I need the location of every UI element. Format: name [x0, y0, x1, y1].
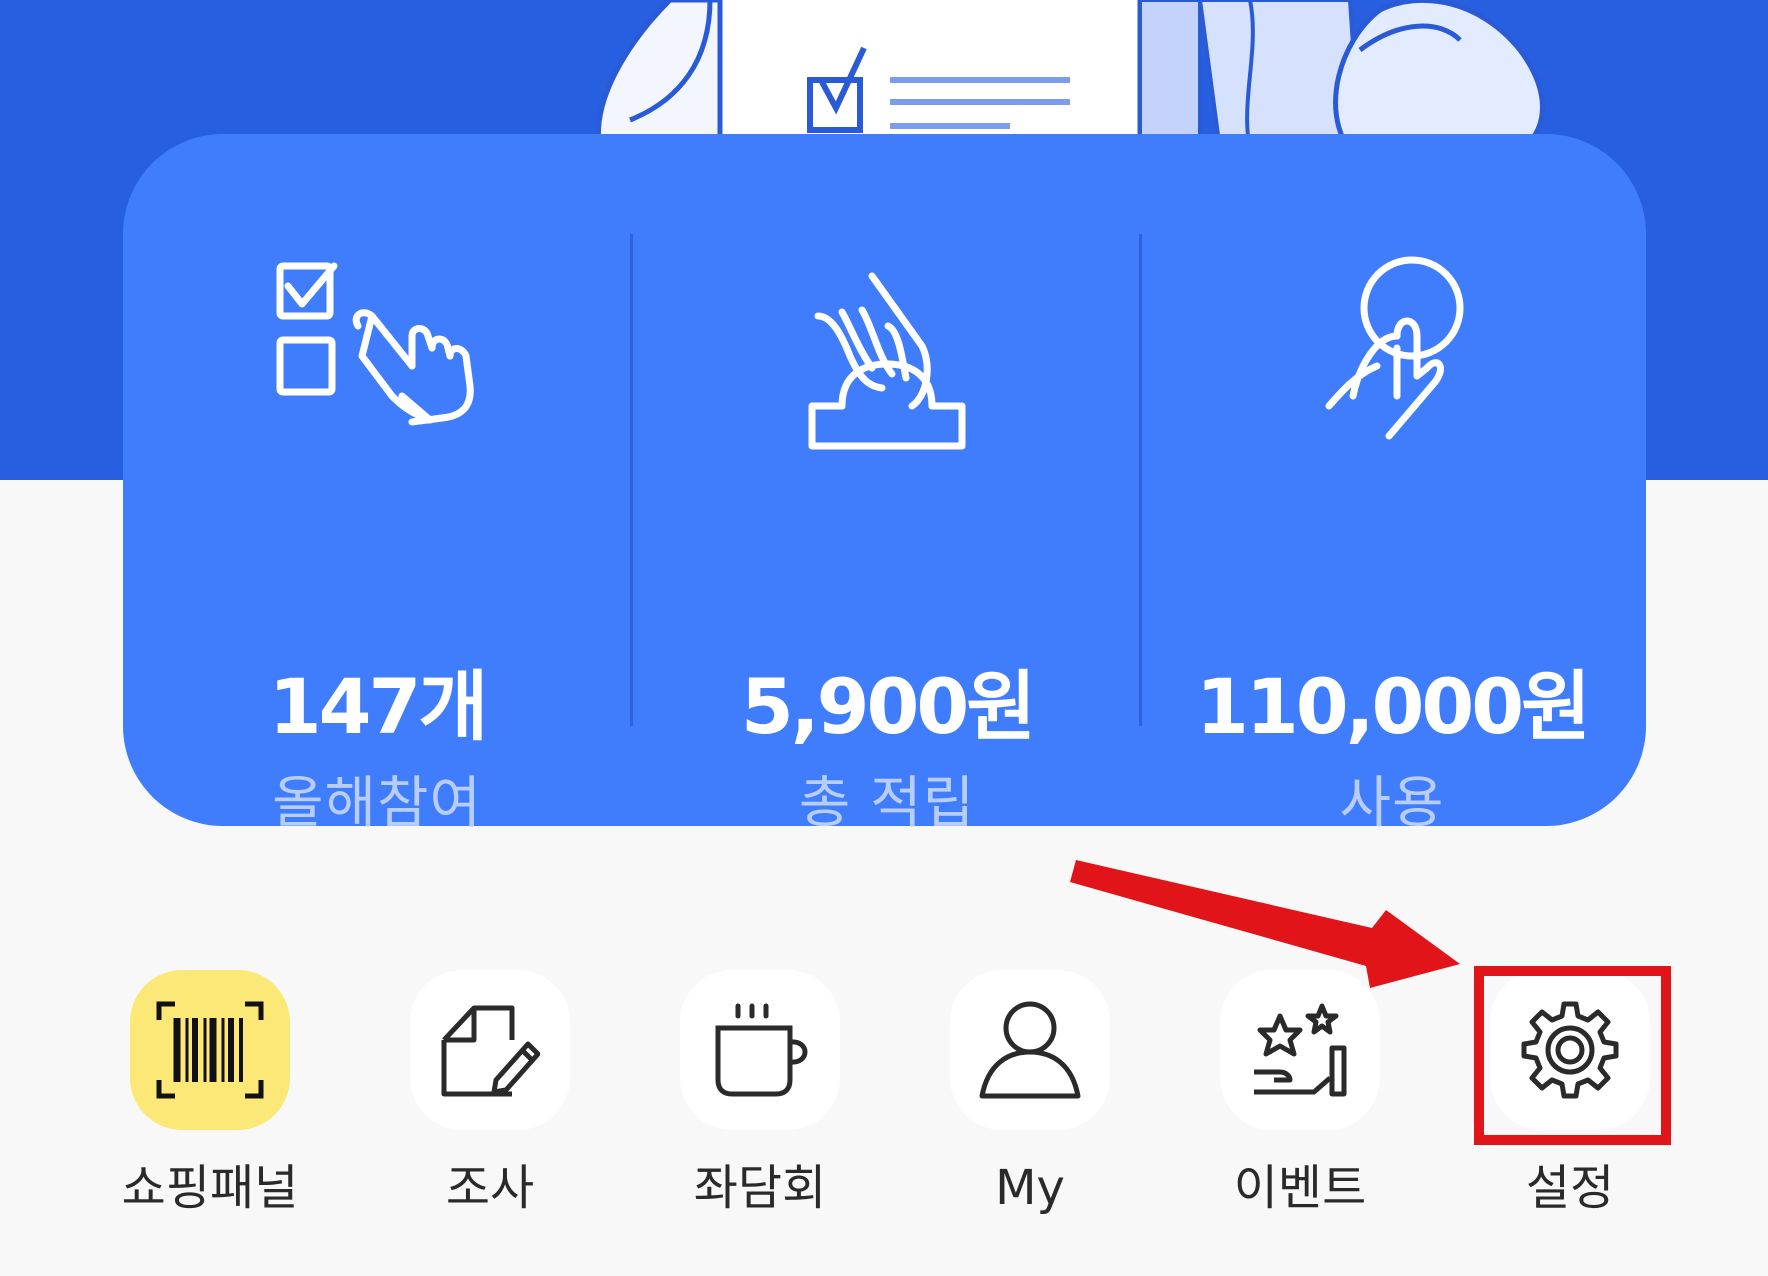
stats-card: 147개 올해참여 5,900원 총 적립 110,000원 사용 [123, 134, 1646, 836]
coin-tap-icon [1325, 256, 1464, 440]
menu-tile[interactable] [680, 970, 840, 1130]
survey-tap-icon [276, 262, 474, 426]
survey-edit-icon [441, 1005, 540, 1097]
user-icon [979, 1001, 1081, 1099]
used-label: 사용 [1339, 771, 1445, 836]
stat-used[interactable]: 110,000원 사용 [1138, 134, 1646, 836]
stat-participation[interactable]: 147개 올해참여 [123, 134, 631, 836]
coffee-cup-icon [715, 1003, 808, 1097]
barcode-icon [156, 1001, 264, 1099]
menu-label: 설정 [1525, 1160, 1615, 1216]
menu-label: 이벤트 [1233, 1160, 1367, 1216]
stat-total-earned[interactable]: 5,900원 총 적립 [633, 134, 1141, 836]
annotation-arrow [1070, 860, 1460, 988]
menu-label: 쇼핑패널 [121, 1160, 299, 1216]
event-stars-icon [1254, 1003, 1347, 1097]
app-screen: 147개 올해참여 5,900원 총 적립 110,000원 사용 쇼핑패널 조… [0, 0, 1768, 1276]
total-earned-value: 5,900원 [740, 662, 1036, 751]
annotation-highlight-box [1474, 966, 1671, 1145]
coin-deposit-icon [808, 272, 966, 450]
survey-illustration [596, 0, 1545, 150]
total-earned-label: 총 적립 [798, 771, 976, 836]
menu-label: 조사 [445, 1160, 535, 1216]
participation-value: 147개 [268, 662, 489, 751]
participation-label: 올해참여 [271, 771, 483, 836]
used-value: 110,000원 [1195, 662, 1591, 751]
menu-tile[interactable] [130, 970, 290, 1130]
menu-label: 좌담회 [693, 1160, 827, 1216]
menu-label: My [995, 1160, 1065, 1216]
menu-tile[interactable] [410, 970, 570, 1130]
